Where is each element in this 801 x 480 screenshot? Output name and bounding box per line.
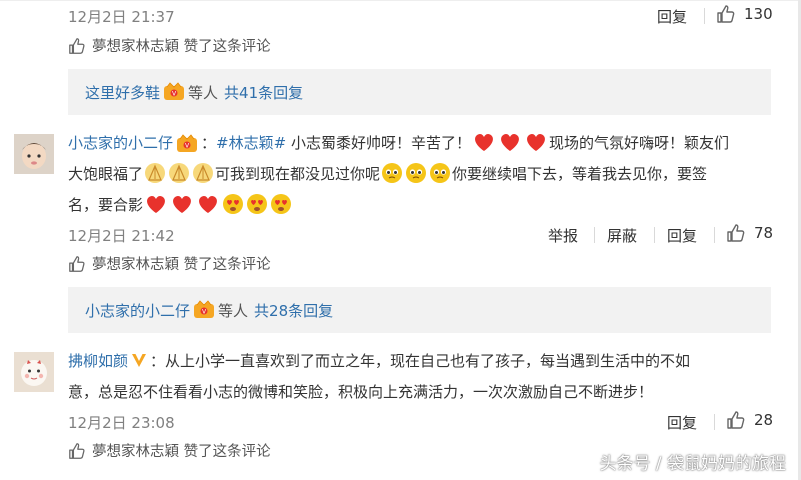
reply-summary[interactable]: 小志家的小二仔 等人 共28条回复: [68, 287, 771, 333]
top-divider: [0, 0, 801, 1]
praying-emoji-icon: [169, 163, 190, 183]
pleading-face-icon: [406, 163, 427, 183]
thumb-up-icon: [716, 4, 736, 24]
like-button[interactable]: 130: [716, 4, 773, 24]
heart-eyes-emoji-group: [221, 194, 293, 214]
reply-count-link[interactable]: 共28条回复: [254, 300, 333, 321]
comment-body: 拂柳如颜 ：从上小学一直喜欢到了而立之年，现在自己也有了孩子，每当遇到生活中的不如…: [68, 346, 783, 408]
liked-by-line: 夢想家林志穎 赞了这条评论: [68, 35, 271, 56]
comment-text: 可我到现在都没见过你呢: [215, 165, 381, 183]
pleading-face-icon: [382, 163, 403, 183]
like-button[interactable]: 28: [726, 410, 773, 430]
reply-user-link[interactable]: 小志家的小二仔: [85, 300, 190, 321]
reply-button[interactable]: 回复: [667, 225, 697, 246]
reply-button[interactable]: 回复: [657, 6, 687, 27]
comment-text: 意，总是忍不住看看小志的微博和笑脸，积极向上充满活力，一次次激励自己不断进步！: [68, 383, 654, 401]
thumb-up-icon: [68, 255, 86, 273]
action-divider: [714, 227, 715, 243]
comment-text: ：从上小学一直喜欢到了而立之年，现在自己也有了孩子，每当遇到生活中的不如: [150, 352, 691, 370]
comment-time: 12月2日 21:37: [68, 8, 175, 26]
vip-badge-icon: [176, 134, 198, 154]
report-button[interactable]: 举报: [548, 225, 578, 246]
comment-text: 现场的气氛好嗨呀！颖友们: [548, 134, 729, 152]
like-button[interactable]: 78: [726, 223, 773, 243]
praying-emoji-group: [143, 163, 215, 183]
heart-emoji-group: [471, 133, 549, 152]
comment-body: 小志家的小二仔 ：#林志颖# 小志蜀黍好帅呀！辛苦了！ 现场的气氛好嗨呀！颖友们 大…: [68, 128, 783, 221]
vip-badge-icon: [193, 300, 215, 320]
comment-text: 名，要合影: [68, 196, 144, 214]
verified-v-icon: [132, 354, 147, 367]
action-divider: [714, 414, 715, 430]
comment-time: 12月2日 23:08: [68, 414, 175, 432]
heart-eyes-face-icon: [223, 194, 244, 214]
liked-by-text: 夢想家林志穎 赞了这条评论: [92, 444, 271, 460]
reply-summary[interactable]: 这里好多鞋 等人 共41条回复: [68, 69, 771, 115]
thumb-up-icon: [68, 442, 86, 460]
sad-emoji-group: [380, 163, 452, 183]
avatar-baby-image: [14, 134, 54, 174]
like-count: 28: [754, 411, 774, 429]
thumb-up-icon: [726, 410, 746, 430]
avatar[interactable]: [14, 134, 54, 174]
vip-badge-icon: [163, 82, 185, 102]
thumb-up-icon: [726, 223, 746, 243]
comment-text: 大饱眼福了: [68, 165, 144, 183]
heart-emoji-group: [143, 195, 221, 214]
reply-others-text: 等人: [218, 301, 249, 320]
comment-text: 小志蜀黍好帅呀！辛苦了！: [286, 134, 471, 152]
comment-text: ：: [201, 134, 217, 152]
pleading-face-icon: [430, 163, 451, 183]
reply-user-link[interactable]: 这里好多鞋: [85, 82, 160, 103]
watermark: 头条号 / 袋鼠妈妈的旅程: [599, 454, 786, 474]
like-count: 130: [744, 5, 773, 23]
avatar[interactable]: [14, 352, 54, 392]
comment-text: 你要继续唱下去，等着我去见你，要签: [452, 165, 708, 183]
hashtag-link[interactable]: #林志颖#: [216, 134, 286, 152]
action-divider: [594, 227, 595, 243]
thumb-up-icon: [68, 37, 86, 55]
reply-button[interactable]: 回复: [667, 412, 697, 433]
liked-by-text: 夢想家林志穎 赞了这条评论: [92, 257, 271, 273]
heart-eyes-face-icon: [247, 194, 268, 214]
block-button[interactable]: 屏蔽: [607, 225, 637, 246]
avatar-doll-image: [14, 352, 54, 392]
heart-emoji-icon: [147, 195, 165, 213]
praying-emoji-icon: [193, 163, 214, 183]
liked-by-text: 夢想家林志穎 赞了这条评论: [92, 39, 271, 55]
praying-emoji-icon: [145, 163, 166, 183]
liked-by-line: 夢想家林志穎 赞了这条评论: [68, 253, 271, 274]
heart-emoji-icon: [475, 133, 493, 151]
comment-time: 12月2日 21:42: [68, 227, 175, 245]
heart-emoji-icon: [173, 195, 191, 213]
comment-user-link[interactable]: 拂柳如颜: [68, 352, 128, 370]
reply-count-link[interactable]: 共41条回复: [224, 82, 303, 103]
action-divider: [654, 227, 655, 243]
heart-emoji-icon: [527, 133, 545, 151]
reply-others-text: 等人: [188, 83, 219, 102]
heart-eyes-face-icon: [271, 194, 292, 214]
comment-user-link[interactable]: 小志家的小二仔: [68, 134, 173, 152]
heart-emoji-icon: [501, 133, 519, 151]
heart-emoji-icon: [199, 195, 217, 213]
like-count: 78: [754, 224, 774, 242]
action-divider: [704, 8, 705, 24]
liked-by-line: 夢想家林志穎 赞了这条评论: [68, 440, 271, 461]
